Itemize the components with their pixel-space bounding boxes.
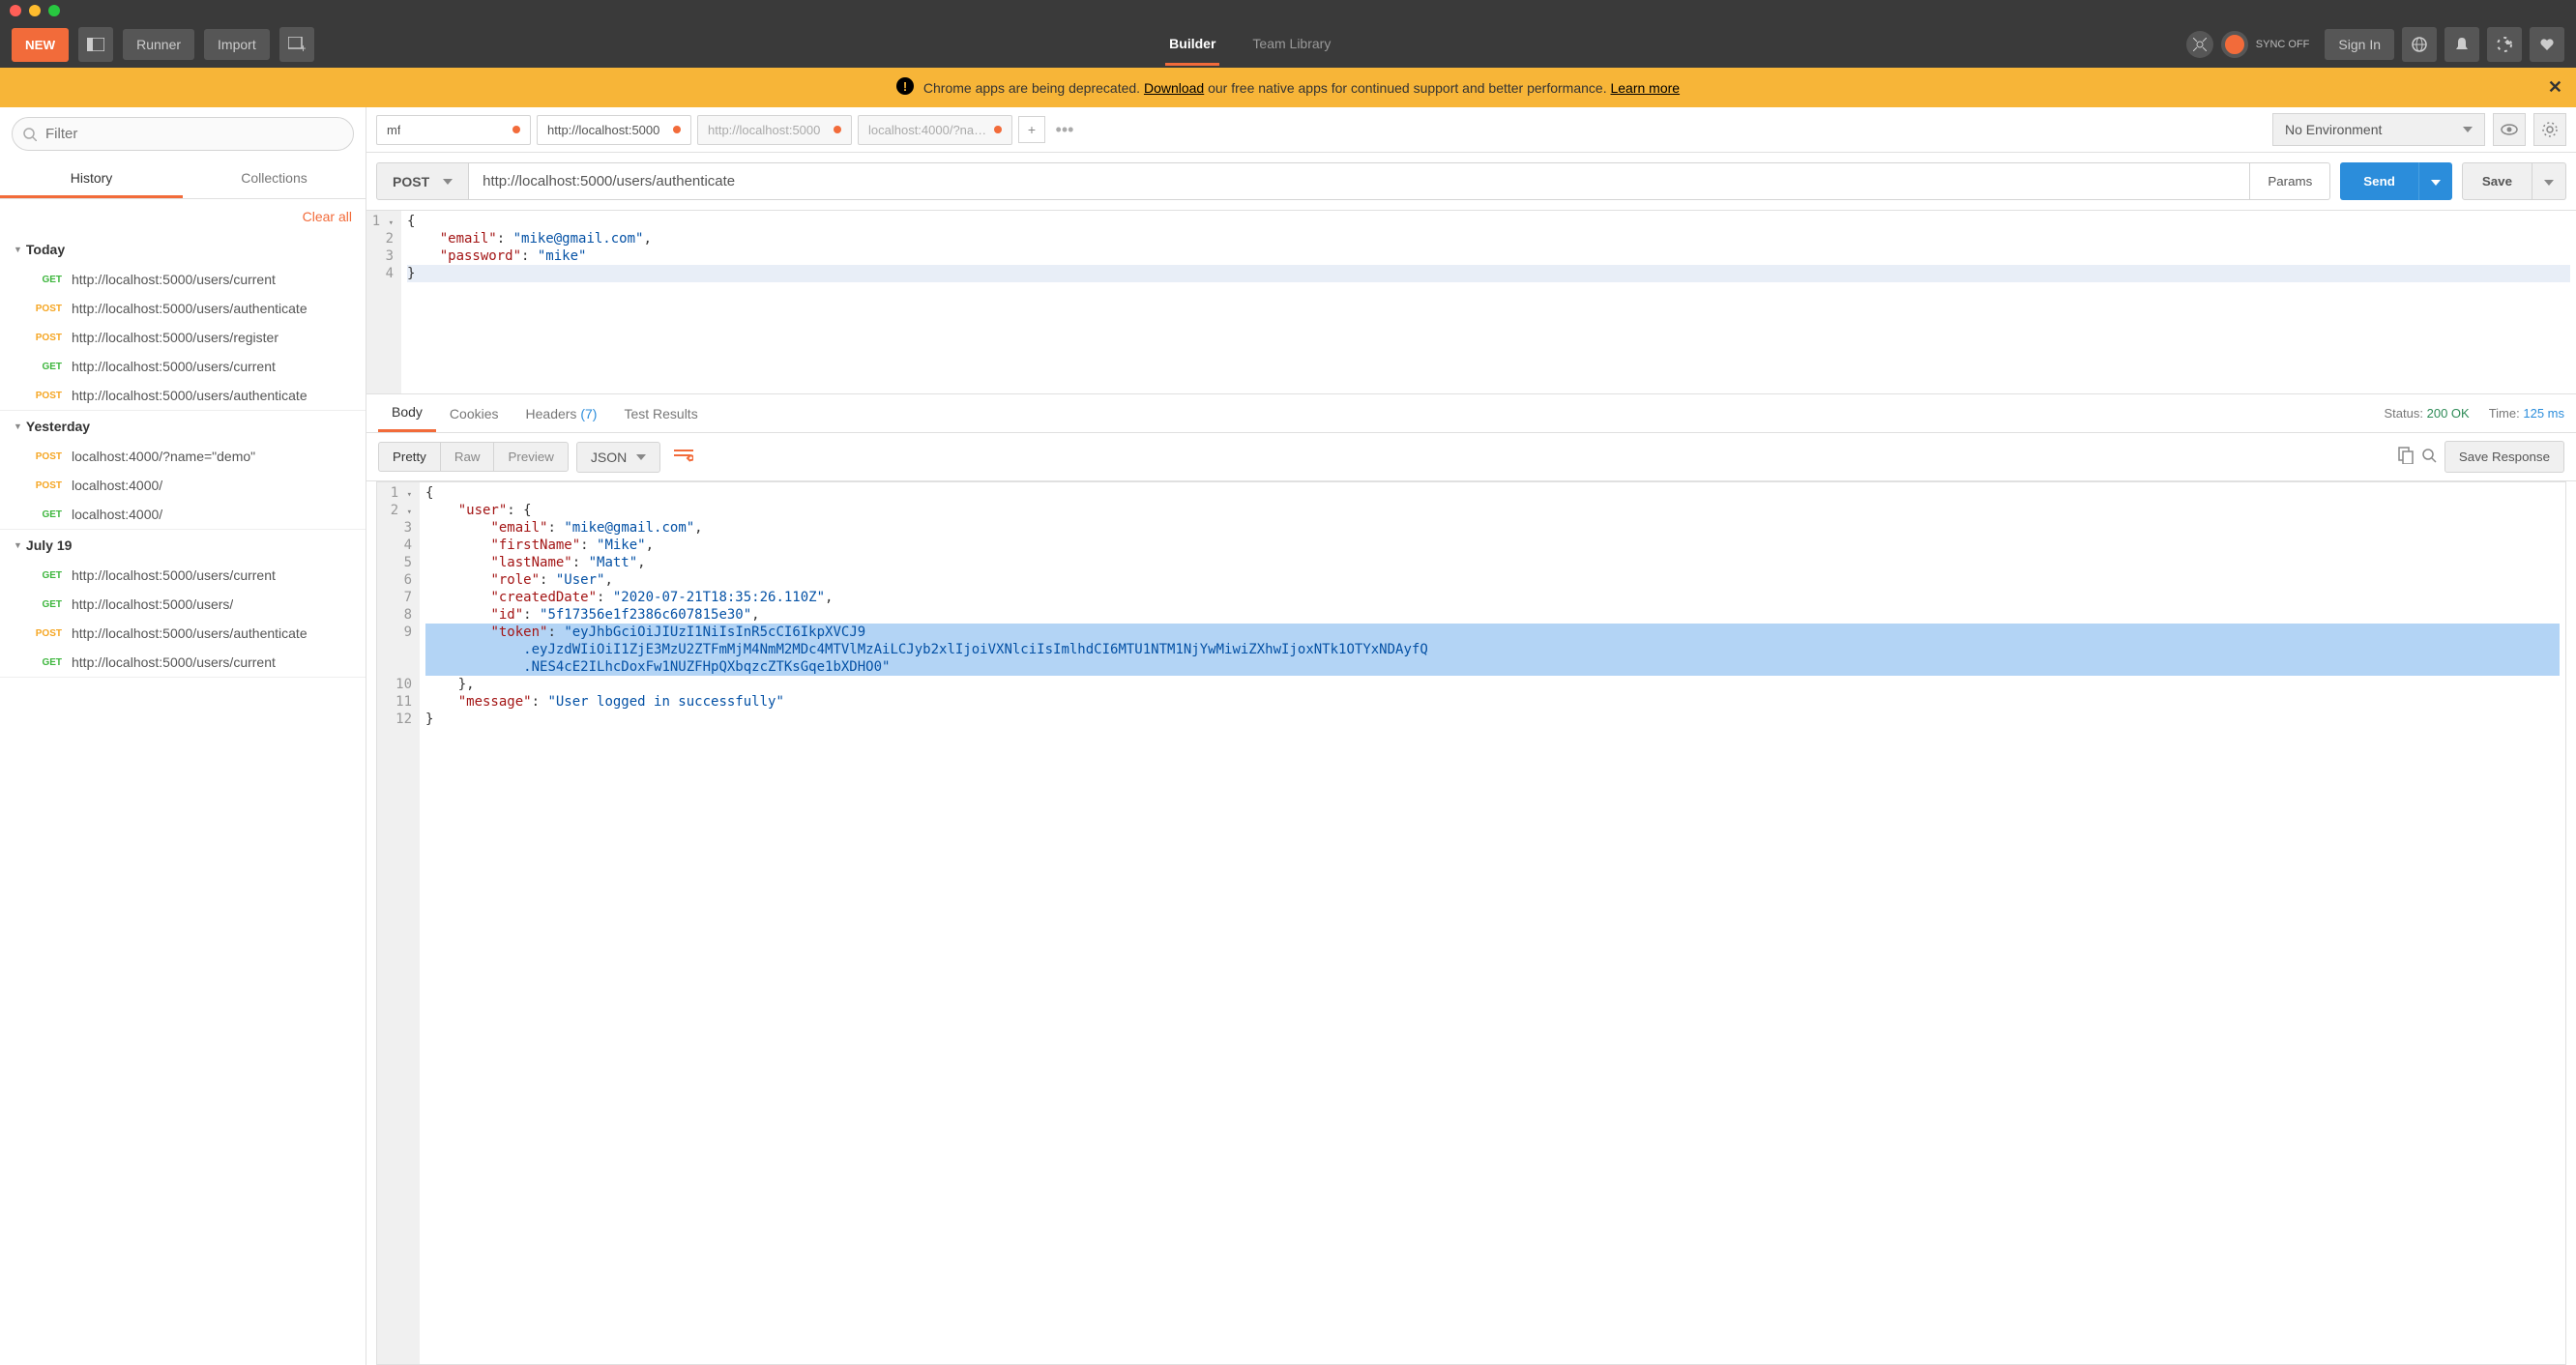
browse-icon[interactable] [2402,27,2437,62]
minimize-window-icon[interactable] [29,5,41,16]
team-library-tab[interactable]: Team Library [1248,24,1334,66]
content-pane: mfhttp://localhost:5000http://localhost:… [366,107,2576,1365]
chevron-down-icon [636,454,646,460]
response-body-tab[interactable]: Body [378,394,436,432]
history-item[interactable]: GEThttp://localhost:5000/users/current [0,648,366,677]
history-group-header[interactable]: ▼ Today [0,234,366,265]
runner-button[interactable]: Runner [123,29,194,60]
request-tab[interactable]: http://localhost:5000 [537,115,691,145]
builder-tab[interactable]: Builder [1165,24,1219,66]
copy-icon[interactable] [2398,447,2414,467]
wrap-lines-icon[interactable] [668,443,699,471]
history-item[interactable]: GEThttp://localhost:5000/users/ [0,590,366,619]
warning-icon: ! [896,77,914,98]
request-tab[interactable]: localhost:4000/?name [858,115,1012,145]
history-item[interactable]: POSThttp://localhost:5000/users/register [0,323,366,352]
notifications-icon[interactable] [2444,27,2479,62]
collections-tab[interactable]: Collections [183,160,366,198]
toggle-sidebar-button[interactable] [78,27,113,62]
import-button[interactable]: Import [204,29,270,60]
method-select[interactable]: POST [376,162,469,200]
send-dropdown[interactable] [2418,162,2452,200]
chevron-down-icon [2463,127,2473,132]
search-response-icon[interactable] [2421,448,2437,466]
window-titlebar [0,0,2576,21]
save-button[interactable]: Save [2462,162,2532,200]
history-item[interactable]: POSThttp://localhost:5000/users/authenti… [0,294,366,323]
params-button[interactable]: Params [2250,162,2330,200]
filter-input[interactable] [12,117,354,151]
history-tab[interactable]: History [0,160,183,198]
chevron-down-icon [443,179,453,185]
history-item[interactable]: POSTlocalhost:4000/ [0,471,366,500]
deprecation-banner: ! Chrome apps are being deprecated. Down… [0,68,2576,107]
tab-menu-button[interactable]: ••• [1051,116,1078,143]
new-window-button[interactable]: + [279,27,314,62]
response-body-viewer[interactable]: 1 ▾2 ▾3456789 101112 { "user": { "email"… [376,481,2566,1365]
history-group-header[interactable]: ▼ July 19 [0,530,366,561]
add-tab-button[interactable]: + [1018,116,1045,143]
download-link[interactable]: Download [1144,80,1204,96]
preview-button[interactable]: Preview [493,443,567,471]
save-response-button[interactable]: Save Response [2444,441,2564,473]
history-group-header[interactable]: ▼ Yesterday [0,411,366,442]
clear-all-link[interactable]: Clear all [0,199,366,234]
settings-icon[interactable] [2487,27,2522,62]
main-toolbar: NEW Runner Import + Builder Team Library… [0,21,2576,68]
maximize-window-icon[interactable] [48,5,60,16]
request-tab[interactable]: mf [376,115,531,145]
banner-text: Chrome apps are being deprecated. Downlo… [923,80,1680,96]
close-banner-icon[interactable]: ✕ [2548,77,2562,98]
close-window-icon[interactable] [10,5,21,16]
history-item[interactable]: GETlocalhost:4000/ [0,500,366,529]
svg-text:!: ! [903,79,907,94]
save-dropdown[interactable] [2532,162,2566,200]
environment-settings-icon[interactable] [2533,113,2566,146]
send-button[interactable]: Send [2340,162,2418,200]
signin-button[interactable]: Sign In [2325,29,2394,60]
history-item[interactable]: POSTlocalhost:4000/?name="demo" [0,442,366,471]
request-tab[interactable]: http://localhost:5000 [697,115,852,145]
search-icon [23,128,37,141]
raw-button[interactable]: Raw [440,443,494,471]
request-body-editor[interactable]: 1 ▾234 { "email": "mike@gmail.com", "pas… [366,210,2576,393]
history-item[interactable]: GEThttp://localhost:5000/users/current [0,352,366,381]
learn-more-link[interactable]: Learn more [1610,80,1680,96]
sync-status-icon[interactable] [2221,31,2248,58]
history-item[interactable]: POSThttp://localhost:5000/users/authenti… [0,619,366,648]
history-item[interactable]: GEThttp://localhost:5000/users/current [0,561,366,590]
url-input[interactable] [469,162,2250,200]
sidebar: History Collections Clear all ▼ TodayGET… [0,107,366,1365]
history-item[interactable]: GEThttp://localhost:5000/users/current [0,265,366,294]
svg-text:+: + [300,42,306,52]
status-value: 200 OK [2427,406,2470,421]
response-tests-tab[interactable]: Test Results [610,396,711,431]
new-button[interactable]: NEW [12,28,69,62]
heart-icon[interactable] [2530,27,2564,62]
response-cookies-tab[interactable]: Cookies [436,396,512,431]
interceptor-icon[interactable] [2186,31,2213,58]
pretty-button[interactable]: Pretty [379,443,440,471]
history-item[interactable]: POSThttp://localhost:5000/users/authenti… [0,381,366,410]
response-headers-tab[interactable]: Headers (7) [512,396,611,431]
sync-label: SYNC OFF [2256,39,2310,50]
format-select[interactable]: JSON [576,442,660,473]
environment-preview-icon[interactable] [2493,113,2526,146]
time-value: 125 ms [2523,406,2564,421]
environment-select[interactable]: No Environment [2272,113,2485,146]
